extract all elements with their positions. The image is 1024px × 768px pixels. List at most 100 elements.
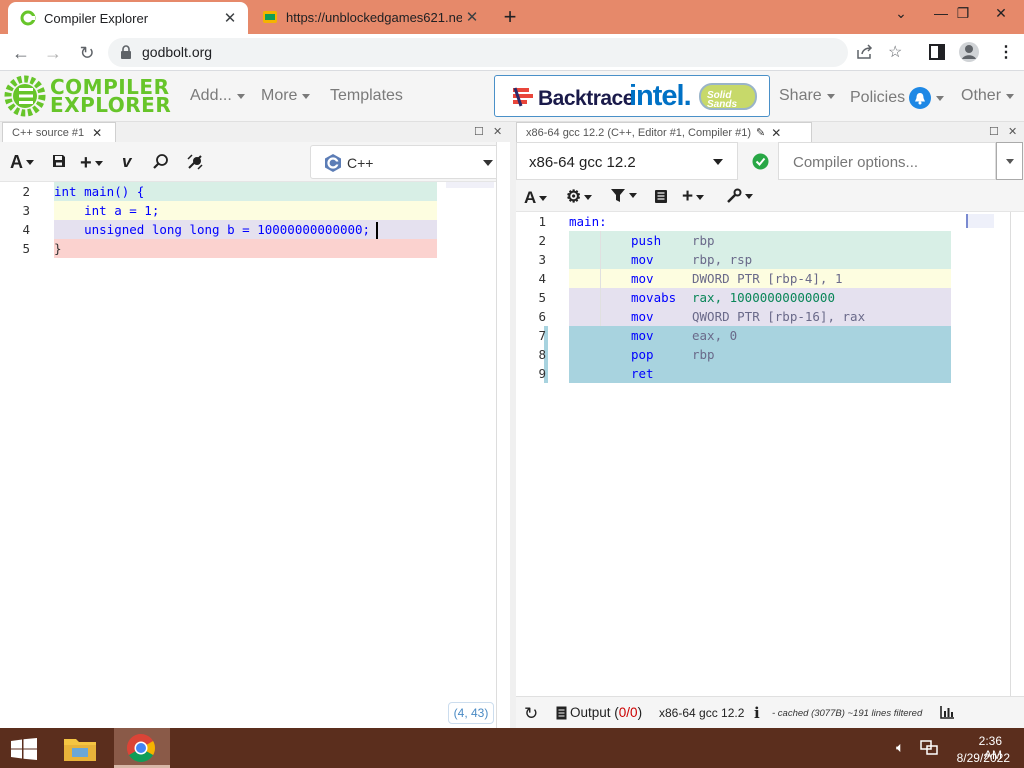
close-pane-icon[interactable]: ✕ (493, 125, 502, 138)
output-count: 0/0 (618, 705, 638, 720)
libraries-book-icon[interactable] (654, 189, 668, 204)
chrome-taskbar-button[interactable] (114, 728, 170, 768)
new-tab-button[interactable]: + (498, 4, 522, 29)
line-number: 9 (538, 366, 546, 381)
font-size-button[interactable]: A (10, 152, 34, 173)
asm-opcode: push (631, 233, 662, 248)
back-icon[interactable]: ← (8, 40, 34, 66)
compile-success-icon[interactable] (752, 153, 769, 170)
share-menu[interactable]: Share (779, 87, 835, 105)
restore-icon[interactable]: ❐ (946, 0, 980, 26)
add-menu[interactable]: Add... (190, 87, 245, 105)
caret-down-icon (539, 195, 548, 201)
caret-down-icon (826, 93, 835, 99)
tools-button[interactable] (726, 188, 753, 204)
assembly-view[interactable]: 1 2 3 4 5 6 7 8 9 main: push rbp mov rbp… (516, 212, 1010, 696)
maximize-pane-icon[interactable]: ☐ (474, 125, 484, 138)
reload-icon[interactable]: ↻ (74, 40, 100, 66)
other-menu[interactable]: Other (961, 87, 1015, 105)
asm-scrollbar[interactable] (1010, 212, 1024, 696)
line-highlight-red (54, 239, 437, 258)
recompile-icon[interactable]: ↻ (524, 704, 538, 724)
backtrace-logo-icon (511, 86, 535, 108)
info-icon[interactable]: i (754, 704, 760, 722)
source-editor[interactable]: 2 3 4 5 int main() { int a = 1; unsigned… (0, 182, 508, 728)
asm-operands: rbp (692, 347, 715, 362)
compiler-options-input[interactable]: Compiler options... (778, 142, 996, 180)
clock-date[interactable]: 8/29/2022 (946, 751, 1010, 765)
add-menu-label: Add... (190, 87, 232, 104)
ce-header: COMPILER EXPLORER Add... More Templates … (0, 71, 1024, 122)
vim-mode-icon[interactable]: v (122, 152, 131, 172)
output-button[interactable]: Output (0/0) (556, 705, 642, 720)
quick-bench-icon[interactable] (186, 153, 204, 171)
forward-icon[interactable]: → (40, 40, 66, 66)
caret-down-icon (1006, 93, 1015, 99)
templates-label: Templates (330, 87, 403, 104)
save-icon[interactable] (52, 154, 66, 168)
search-icon[interactable] (152, 153, 170, 171)
add-tool-button[interactable]: + (682, 186, 705, 208)
close-pane-icon[interactable]: ✕ (92, 126, 102, 140)
chevron-down-icon (1006, 159, 1014, 164)
compiler-explorer-favicon-icon (20, 10, 36, 26)
windows-start-icon[interactable] (11, 738, 37, 760)
compiler-options-dropdown[interactable] (996, 142, 1023, 180)
close-window-icon[interactable]: ✕ (984, 0, 1018, 26)
close-pane-icon[interactable]: ✕ (1008, 125, 1017, 138)
caret-down-icon (302, 93, 311, 99)
asm-opcode: movabs (631, 290, 677, 305)
asm-operands: rbp, rsp (692, 252, 753, 267)
font-size-button[interactable]: A (524, 188, 548, 208)
edit-pencil-icon[interactable]: ✎ (756, 126, 765, 139)
profile-avatar-icon[interactable] (958, 41, 980, 63)
policies-menu[interactable]: Policies (850, 87, 945, 109)
close-tab-icon[interactable]: ✕ (462, 7, 482, 27)
language-select[interactable]: C++ (310, 145, 508, 179)
chrome-menu-icon[interactable]: ⋮ (998, 42, 1014, 62)
text-cursor (376, 222, 378, 239)
side-panel-icon[interactable] (928, 43, 946, 61)
filter-icon (610, 188, 626, 203)
speaker-muted-icon[interactable]: 🔈︎ (896, 739, 904, 756)
sponsor-banner[interactable]: Backtrace intel. Solid Sands (494, 75, 770, 117)
network-icon[interactable] (920, 740, 938, 756)
omnibox[interactable]: godbolt.org ☆ (108, 38, 902, 67)
source-pane-tab[interactable]: C++ source #1 ✕ (2, 122, 116, 142)
tab-search-icon[interactable]: ⌄ (884, 0, 918, 26)
minimap[interactable] (446, 182, 494, 188)
footer-compiler-name: x86-64 gcc 12.2 (659, 706, 745, 720)
wrench-icon (726, 188, 742, 204)
compiler-explorer-logo-icon[interactable] (3, 74, 47, 118)
settings-button[interactable]: ⚙ (566, 187, 593, 207)
close-pane-icon[interactable]: ✕ (771, 126, 781, 140)
compiler-toolbar: A ⚙ + (516, 182, 1024, 212)
share-page-icon[interactable] (856, 44, 874, 60)
chevron-down-icon (483, 160, 493, 166)
source-scrollbar[interactable] (496, 142, 510, 728)
filter-button[interactable] (610, 188, 637, 203)
source-toolbar: A + v C++ (0, 142, 510, 182)
asm-minimap[interactable] (966, 214, 994, 228)
notification-bell-icon (909, 87, 932, 109)
browser-tab-unblocked-games[interactable]: https://unblockedgames621.net/ ✕ (250, 0, 490, 34)
compiler-pane-tabbar: x86-64 gcc 12.2 (C++, Editor #1, Compile… (516, 122, 1024, 142)
file-explorer-icon[interactable] (62, 733, 98, 763)
asm-label: main: (569, 214, 607, 229)
chevron-down-icon (713, 159, 723, 165)
caret-down-icon (26, 160, 34, 165)
line-number: 3 (22, 203, 30, 218)
bookmark-star-icon[interactable]: ☆ (888, 42, 902, 62)
compiler-select[interactable]: x86-64 gcc 12.2 (516, 142, 738, 180)
more-menu[interactable]: More (261, 87, 311, 105)
language-label: C++ (347, 155, 374, 171)
compiler-pane-tab[interactable]: x86-64 gcc 12.2 (C++, Editor #1, Compile… (516, 122, 812, 142)
browser-tab-compiler-explorer[interactable]: Compiler Explorer ✕ (8, 2, 248, 34)
maximize-pane-icon[interactable]: ☐ (989, 125, 999, 138)
close-tab-icon[interactable]: ✕ (220, 8, 240, 28)
caret-down-icon (584, 194, 593, 200)
add-new-button[interactable]: + (80, 152, 103, 175)
bar-chart-icon[interactable] (940, 706, 954, 719)
asm-opcode: mov (631, 309, 654, 324)
templates-button[interactable]: Templates (330, 87, 403, 105)
